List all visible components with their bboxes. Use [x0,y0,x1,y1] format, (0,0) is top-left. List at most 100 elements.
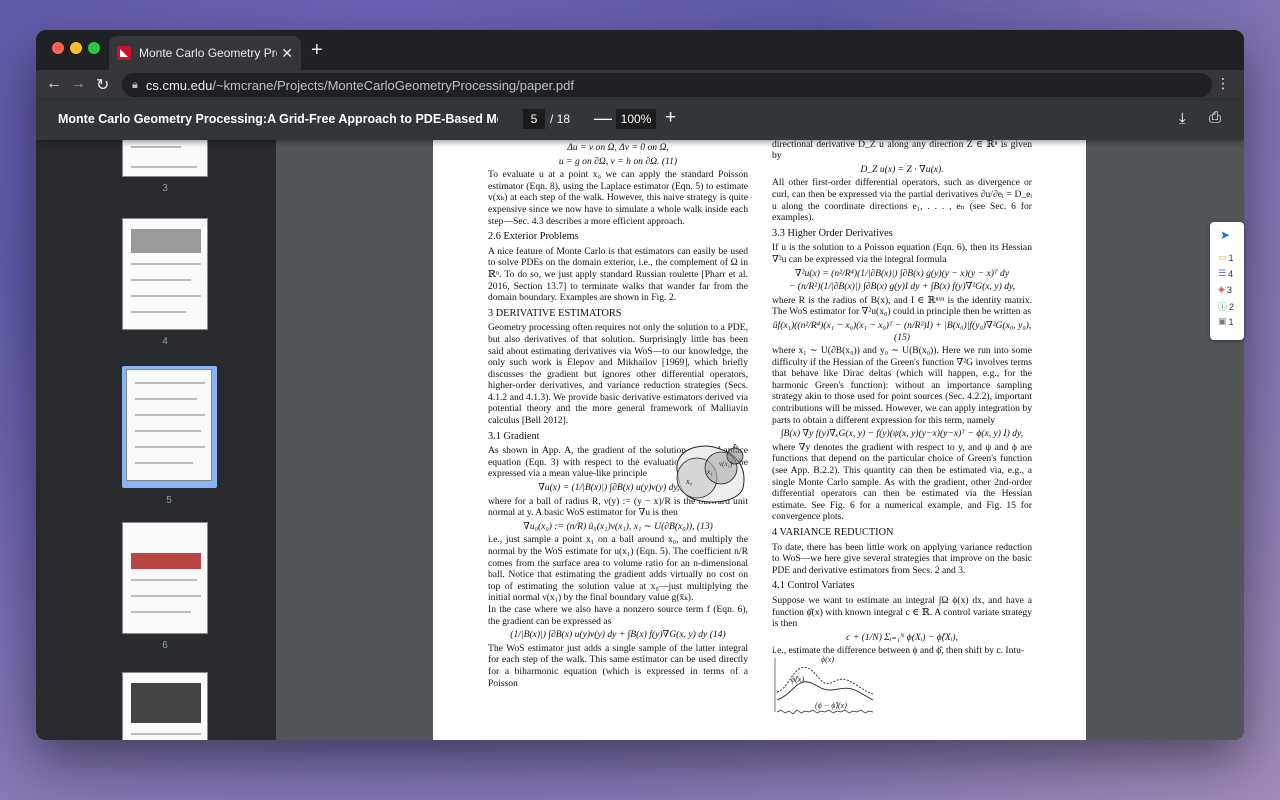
thumbnail-image [122,522,208,634]
back-arrow-icon[interactable]: ← [46,75,62,93]
browser-menu-icon[interactable]: ⋮ [1216,75,1230,92]
extension-widget[interactable]: ➤ ▭ 1 ☰ 4 ◈ 3 ⓘ 2 ▣ 1 [1210,222,1244,340]
section-heading: 3.3 Higher Order Derivatives [772,227,893,239]
document-title: Monte Carlo Geometry Processing:A Grid-F… [58,112,498,126]
fig-label: ϕ̂(x) [791,675,804,684]
page-number-input[interactable]: 5 [523,109,545,129]
section-heading: 4 VARIANCE REDUCTION [772,527,894,538]
send-arrow-icon[interactable]: ➤ [1220,228,1230,242]
thumbnail-number: 4 [162,336,168,347]
widget-item[interactable]: ▭ 1 [1218,252,1234,263]
thumbnail-page[interactable] [122,672,208,740]
thumbnail-page[interactable]: 4 [122,218,208,347]
equation: ∇²u(x) = (n²/R⁴)(1/|∂B(x)|) ∫∂B(x) g(y)(… [794,267,1010,279]
pdf-viewer[interactable]: Δu = v on Ω, Δv = 0 on Ω, u = g on ∂Ω, v … [276,140,1244,740]
widget-item[interactable]: ☰ 4 [1218,268,1233,279]
paragraph: If u is the solution to a Poisson equati… [772,242,1032,265]
equation: ∫B(x) ∇y f(y)∇ₓG(x, y) − f(y)(ψ(x, y)(y−… [780,428,1024,440]
tab-close-icon[interactable]: ✕ [281,45,293,62]
thumbnail-page[interactable]: 6 [122,522,208,651]
pdf-toolbar: Monte Carlo Geometry Processing:A Grid-F… [36,100,1244,140]
equation: c + (1/N) Σᵢ₌₁ᴺ ϕ(Xᵢ) − ϕ̂(Xᵢ), [846,631,958,643]
equation: ∇u₀(x₀) := (n/R) û₀(x₁)ν(x₁), x₁ ∼ U(∂B(… [523,520,713,532]
paragraph: To date, there has been little work on a… [772,541,1032,576]
widget-count: 3 [1226,284,1232,295]
widget-item[interactable]: ⓘ 2 [1218,300,1234,313]
alert-icon: ⓘ [1218,302,1228,312]
fig-label: x₁ [706,468,713,476]
url-path: /~kmcrane/Projects/MonteCarloGeometryPro… [212,77,574,93]
thumbnail-number: 3 [162,183,168,194]
new-tab-button[interactable]: + [311,40,323,60]
thumbnail-page[interactable]: 3 [122,140,208,194]
fig-label: x̄ₖ [732,442,739,450]
notes-icon: ☰ [1218,268,1227,278]
fig-label: (ϕ − ϕ̂)(x) [815,701,847,710]
paragraph: Geometry processing often requires not o… [488,322,748,427]
ball-diagram-figure: x₀ x̄ₖ x₁ ν(x₁) [676,442,745,503]
url-host: cs.cmu.edu [145,77,213,93]
section-heading: 4.1 Control Variates [772,580,855,592]
zoom-out-button[interactable]: — [594,108,612,129]
equation: Δu = v on Ω, Δv = 0 on Ω, [567,142,669,153]
reload-icon[interactable]: ↻ [96,75,109,95]
widget-count: 2 [1229,301,1235,312]
badge-icon: ▣ [1218,316,1227,326]
cube-icon: ◈ [1218,284,1225,294]
widget-item[interactable]: ◈ 3 [1218,284,1232,295]
print-icon[interactable]: ⎙ [1209,109,1221,126]
tab-active[interactable]: Monte Carlo Geometry Processi ✕ [109,36,301,70]
paragraph: A nice feature of Monte Carlo is that es… [488,245,748,304]
left-column: Δu = v on Ω, Δv = 0 on Ω, u = g on ∂Ω, v … [488,140,748,689]
paragraph: where ∇y denotes the gradient with respe… [772,441,1032,523]
paragraph: where x₁ ∼ U(∂B(x₀)) and y₀ ∼ U(B(x₀)). … [772,345,1032,426]
page-total: / 18 [550,112,571,126]
zoom-in-button[interactable]: + [665,107,676,129]
paragraph: To evaluate u at a point x₀ we can apply… [488,169,748,227]
right-column: Given an estimator for the gradient ∇u, … [772,140,1032,657]
widget-item[interactable]: ▣ 1 [1218,316,1234,327]
zoom-window-button[interactable] [88,42,100,54]
equation: u = g on ∂Ω, v = h on ∂Ω. (11) [558,155,678,167]
thumbnail-image [122,218,208,330]
tab-title: Monte Carlo Geometry Processi [139,46,277,60]
paragraph: i.e., just sample a point x₁ on a ball a… [488,534,748,604]
fig-label: x₀ [685,477,693,486]
equation: ûf(x₁)((n²/R⁴)(x₁ − x₀)(x₁ − x₀)ᵀ − (n/R… [772,319,1032,343]
paragraph: The WoS estimator just adds a single sam… [488,642,748,689]
lock-icon: 🔒︎ [132,78,138,91]
widget-count: 1 [1228,252,1234,263]
widget-count: 1 [1228,316,1234,327]
section-heading: 3 DERIVATIVE ESTIMATORS [488,307,622,319]
equation: (1/|B(x)|) ∫∂B(x) u(y)ν(y) dy + ∫B(x) f(… [510,629,726,641]
equation: − (n/R²)(1/|∂B(x)|) ∫∂B(x) g(y)I dy + ∫B… [788,281,1016,293]
address-bar[interactable]: 🔒︎ cs.cmu.edu/~kmcrane/Projects/MonteCar… [122,73,1212,97]
paragraph: In the case where we also have a nonzero… [488,603,748,627]
fig-label: ν(x₁) [719,460,733,468]
section-heading: 2.6 Exterior Problems [488,231,579,243]
forward-arrow-icon[interactable]: → [70,75,86,93]
paragraph: Given an estimator for the gradient ∇u, … [772,140,1032,162]
thumbnail-number: 6 [162,640,168,651]
fig-label: ϕ(x) [821,655,834,664]
thumbnail-image [122,672,208,740]
control-variate-figure: ϕ(x) ϕ̂(x) (ϕ − ϕ̂)(x) [774,655,874,715]
zoom-level-input[interactable]: 100% [616,109,656,129]
cmu-favicon-icon [117,46,131,60]
paragraph: where R is the radius of B(x), and I ∈ ℝ… [772,294,1032,318]
thumbnail-image [122,140,208,177]
thumbnail-page-current[interactable]: 5 [126,369,212,506]
close-window-button[interactable] [52,42,64,54]
paragraph: All other first-order differential opera… [772,177,1032,224]
download-icon[interactable]: ⤓ [1179,110,1186,127]
folder-icon: ▭ [1218,252,1227,262]
pdf-page: Δu = v on Ω, Δv = 0 on Ω, u = g on ∂Ω, v … [433,140,1086,740]
thumbnail-image [126,369,212,481]
tab-bar: Monte Carlo Geometry Processi ✕ + [36,30,1244,70]
equation: D_Z u(x) = Z · ∇u(x). [860,163,944,175]
paragraph: Suppose we want to estimate an integral … [772,594,1032,630]
minimize-window-button[interactable] [70,42,82,54]
browser-window: Monte Carlo Geometry Processi ✕ + ← → ↻ … [36,30,1244,740]
widget-count: 4 [1228,268,1234,279]
browser-toolbar: ← → ↻ 🔒︎ cs.cmu.edu/~kmcrane/Projects/Mo… [36,70,1244,100]
